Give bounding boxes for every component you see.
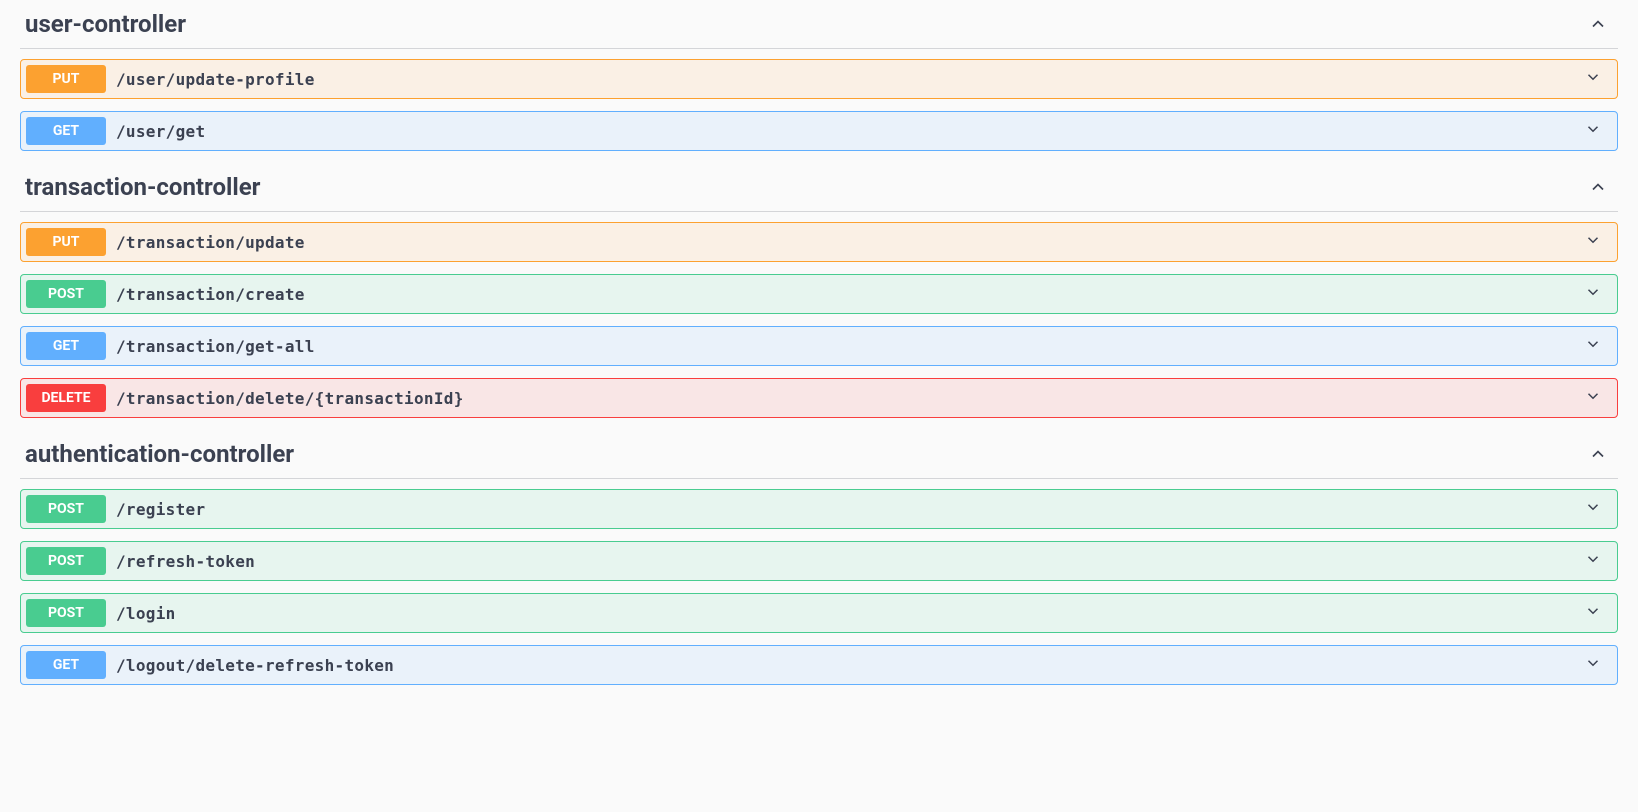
chevron-down-icon [1574, 120, 1612, 142]
http-method-badge: GET [26, 117, 106, 145]
chevron-down-icon [1574, 68, 1612, 90]
chevron-down-icon [1574, 498, 1612, 520]
operation-path: /transaction/get-all [106, 337, 1574, 356]
http-method-badge: POST [26, 280, 106, 308]
http-method-badge: DELETE [26, 384, 106, 412]
operation-path: /transaction/update [106, 233, 1574, 252]
operation-row[interactable]: GET /logout/delete-refresh-token [20, 645, 1618, 685]
http-method-badge: POST [26, 547, 106, 575]
operation-path: /login [106, 604, 1574, 623]
chevron-up-icon [1588, 14, 1608, 34]
tag-header[interactable]: authentication-controller [20, 430, 1618, 479]
http-method-badge: POST [26, 495, 106, 523]
tag-name: transaction-controller [25, 173, 260, 201]
http-method-badge: GET [26, 332, 106, 360]
chevron-down-icon [1574, 550, 1612, 572]
operation-list: PUT /transaction/update POST /transactio… [20, 222, 1618, 418]
operation-path: /transaction/create [106, 285, 1574, 304]
api-doc-container: user-controller PUT /user/update-profile… [0, 0, 1638, 717]
chevron-up-icon [1588, 444, 1608, 464]
chevron-up-icon [1588, 177, 1608, 197]
operation-row[interactable]: POST /login [20, 593, 1618, 633]
operation-path: /user/update-profile [106, 70, 1574, 89]
operation-row[interactable]: GET /user/get [20, 111, 1618, 151]
tag-section-authentication-controller: authentication-controller POST /register… [20, 430, 1618, 685]
tag-name: user-controller [25, 10, 186, 38]
chevron-down-icon [1574, 602, 1612, 624]
operation-row[interactable]: DELETE /transaction/delete/{transactionI… [20, 378, 1618, 418]
operation-row[interactable]: POST /transaction/create [20, 274, 1618, 314]
chevron-down-icon [1574, 387, 1612, 409]
operation-path: /register [106, 500, 1574, 519]
operation-list: PUT /user/update-profile GET /user/get [20, 59, 1618, 151]
tag-section-user-controller: user-controller PUT /user/update-profile… [20, 0, 1618, 151]
chevron-down-icon [1574, 231, 1612, 253]
operation-row[interactable]: PUT /user/update-profile [20, 59, 1618, 99]
http-method-badge: POST [26, 599, 106, 627]
operation-path: /transaction/delete/{transactionId} [106, 389, 1574, 408]
http-method-badge: GET [26, 651, 106, 679]
tag-name: authentication-controller [25, 440, 294, 468]
chevron-down-icon [1574, 283, 1612, 305]
operation-path: /user/get [106, 122, 1574, 141]
operation-row[interactable]: GET /transaction/get-all [20, 326, 1618, 366]
operation-list: POST /register POST /refresh-token POST … [20, 489, 1618, 685]
http-method-badge: PUT [26, 228, 106, 256]
operation-path: /logout/delete-refresh-token [106, 656, 1574, 675]
operation-row[interactable]: PUT /transaction/update [20, 222, 1618, 262]
operation-path: /refresh-token [106, 552, 1574, 571]
tag-section-transaction-controller: transaction-controller PUT /transaction/… [20, 163, 1618, 418]
operation-row[interactable]: POST /register [20, 489, 1618, 529]
http-method-badge: PUT [26, 65, 106, 93]
chevron-down-icon [1574, 335, 1612, 357]
tag-header[interactable]: user-controller [20, 0, 1618, 49]
chevron-down-icon [1574, 654, 1612, 676]
tag-header[interactable]: transaction-controller [20, 163, 1618, 212]
operation-row[interactable]: POST /refresh-token [20, 541, 1618, 581]
